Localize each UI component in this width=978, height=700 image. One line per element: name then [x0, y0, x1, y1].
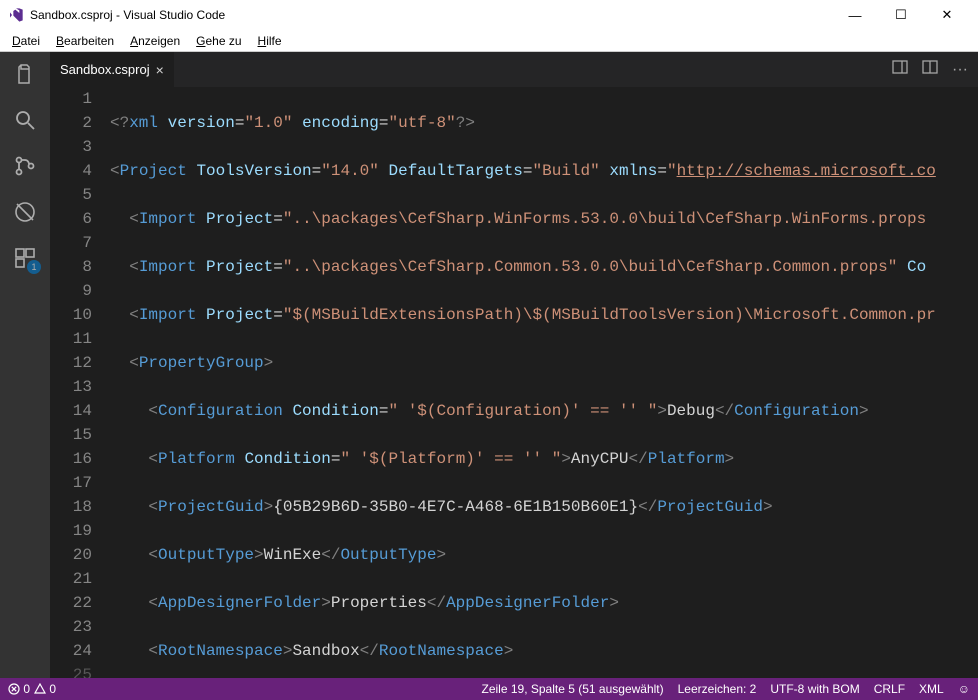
maximize-button[interactable]: ☐ [878, 0, 924, 30]
code-line: <Import Project="$(MSBuildExtensionsPath… [110, 303, 978, 327]
menu-help[interactable]: Hilfe [250, 32, 290, 50]
more-icon[interactable]: ··· [952, 61, 968, 79]
status-indent[interactable]: Leerzeichen: 2 [678, 682, 757, 696]
vscode-icon [8, 7, 24, 23]
explorer-icon[interactable] [11, 60, 39, 88]
tab-label: Sandbox.csproj [60, 62, 150, 77]
status-warnings[interactable]: 0 [34, 682, 56, 696]
activity-bar: 1 [0, 52, 50, 678]
code-line: <?xml version="1.0" encoding="utf-8"?> [110, 111, 978, 135]
window-title: Sandbox.csproj - Visual Studio Code [30, 8, 832, 22]
tabbar: Sandbox.csproj × ··· [50, 52, 978, 87]
status-eol[interactable]: CRLF [874, 682, 905, 696]
split-editor-icon[interactable] [892, 59, 908, 80]
code-line: <Project ToolsVersion="14.0" DefaultTarg… [110, 159, 978, 183]
code-line: <OutputType>WinExe</OutputType> [110, 543, 978, 567]
menu-goto[interactable]: Gehe zu [188, 32, 249, 50]
window-titlebar: Sandbox.csproj - Visual Studio Code — ☐ … [0, 0, 978, 30]
layout-icon[interactable] [922, 59, 938, 80]
code-line: <Import Project="..\packages\CefSharp.Co… [110, 255, 978, 279]
code-line: <Configuration Condition=" '$(Configurat… [110, 399, 978, 423]
extensions-icon[interactable]: 1 [11, 244, 39, 272]
source-control-icon[interactable] [11, 152, 39, 180]
status-encoding[interactable]: UTF-8 with BOM [770, 682, 859, 696]
status-cursor[interactable]: Zeile 19, Spalte 5 (51 ausgewählt) [482, 682, 664, 696]
close-button[interactable]: ✕ [924, 0, 970, 30]
statusbar: 0 0 Zeile 19, Spalte 5 (51 ausgewählt) L… [0, 678, 978, 700]
code-content[interactable]: <?xml version="1.0" encoding="utf-8"?> <… [110, 87, 978, 678]
menu-file[interactable]: Datei [4, 32, 48, 50]
smiley-icon[interactable]: ☺ [958, 682, 970, 696]
menubar: Datei Bearbeiten Anzeigen Gehe zu Hilfe [0, 30, 978, 52]
close-icon[interactable]: × [156, 62, 164, 78]
tab-sandbox-csproj[interactable]: Sandbox.csproj × [50, 52, 174, 87]
search-icon[interactable] [11, 106, 39, 134]
code-editor[interactable]: 1234567891011121314151617181920212223242… [50, 87, 978, 678]
code-line: <RootNamespace>Sandbox</RootNamespace> [110, 639, 978, 663]
menu-view[interactable]: Anzeigen [122, 32, 188, 50]
code-line: <AppDesignerFolder>Properties</AppDesign… [110, 591, 978, 615]
code-line: <Import Project="..\packages\CefSharp.Wi… [110, 207, 978, 231]
status-errors[interactable]: 0 [8, 682, 30, 696]
code-line: <Platform Condition=" '$(Platform)' == '… [110, 447, 978, 471]
editor-area: Sandbox.csproj × ··· 1234567891011121314… [50, 52, 978, 678]
status-lang[interactable]: XML [919, 682, 944, 696]
line-gutter: 1234567891011121314151617181920212223242… [50, 87, 110, 678]
minimize-button[interactable]: — [832, 0, 878, 30]
extensions-badge: 1 [27, 260, 41, 274]
menu-edit[interactable]: Bearbeiten [48, 32, 122, 50]
debug-icon[interactable] [11, 198, 39, 226]
code-line: <ProjectGuid>{05B29B6D-35B0-4E7C-A468-6E… [110, 495, 978, 519]
code-line: <PropertyGroup> [110, 351, 978, 375]
